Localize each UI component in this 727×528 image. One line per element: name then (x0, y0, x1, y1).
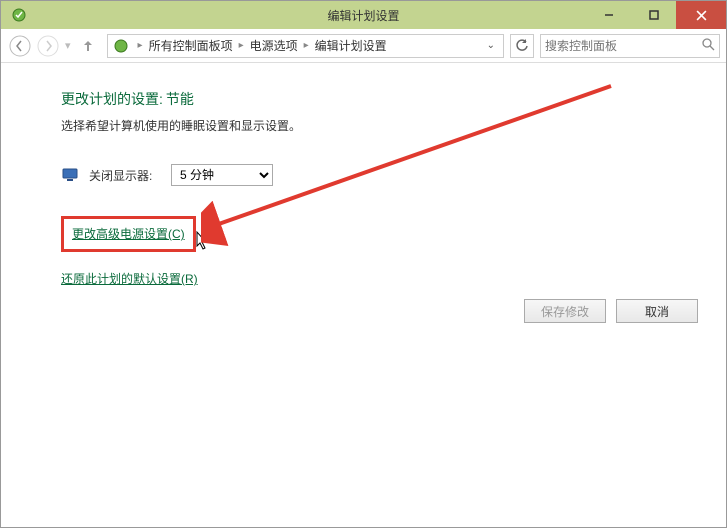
breadcrumb[interactable]: ▸ 所有控制面板项 ▸ 电源选项 ▸ 编辑计划设置 ⌄ (107, 34, 504, 58)
forward-button[interactable] (35, 33, 61, 59)
refresh-button[interactable] (510, 34, 534, 58)
chevron-right-icon: ▸ (138, 40, 143, 51)
window-controls (586, 1, 726, 29)
minimize-button[interactable] (586, 1, 631, 29)
restore-link-row: 还原此计划的默认设置(R) (61, 270, 666, 288)
chevron-right-icon: ▸ (304, 40, 309, 51)
search-icon[interactable] (702, 38, 715, 54)
breadcrumb-item-2[interactable]: 电源选项 (250, 37, 298, 54)
breadcrumb-dropdown-icon[interactable]: ⌄ (483, 40, 499, 51)
cancel-button[interactable]: 取消 (616, 299, 698, 323)
app-icon (9, 5, 29, 25)
up-button[interactable] (75, 33, 101, 59)
chevron-right-icon: ▸ (239, 40, 244, 51)
restore-default-settings-link[interactable]: 还原此计划的默认设置(R) (61, 270, 198, 287)
display-off-label: 关闭显示器: (89, 167, 161, 184)
content-area: 更改计划的设置:节能 选择希望计算机使用的睡眠设置和显示设置。 关闭显示器: 5… (1, 63, 726, 288)
advanced-link-row: 更改高级电源设置(C) (61, 216, 666, 252)
navbar: ▾ ▸ 所有控制面板项 ▸ 电源选项 ▸ 编辑计划设置 ⌄ (1, 29, 726, 63)
display-off-select[interactable]: 5 分钟 (171, 164, 273, 186)
display-off-row: 关闭显示器: 5 分钟 (61, 164, 666, 186)
page-heading: 更改计划的设置:节能 (61, 89, 666, 109)
save-button[interactable]: 保存修改 (524, 299, 606, 323)
breadcrumb-item-3[interactable]: 编辑计划设置 (315, 37, 387, 54)
button-row: 保存修改 取消 (524, 299, 698, 323)
search-input[interactable] (545, 39, 702, 53)
titlebar: 编辑计划设置 (1, 1, 726, 29)
search-box[interactable] (540, 34, 720, 58)
maximize-button[interactable] (631, 1, 676, 29)
monitor-icon (61, 166, 79, 184)
close-button[interactable] (676, 1, 726, 29)
history-dropdown-icon[interactable]: ▾ (65, 39, 71, 52)
heading-label: 更改计划的设置: (61, 91, 163, 107)
heading-plan-name: 节能 (166, 91, 194, 107)
page-subtitle: 选择希望计算机使用的睡眠设置和显示设置。 (61, 117, 666, 134)
advanced-power-settings-link[interactable]: 更改高级电源设置(C) (72, 225, 185, 242)
window-title: 编辑计划设置 (327, 7, 399, 24)
back-button[interactable] (7, 33, 33, 59)
annotation-highlight: 更改高级电源设置(C) (61, 216, 196, 252)
breadcrumb-item-1[interactable]: 所有控制面板项 (149, 37, 233, 54)
control-panel-icon (112, 37, 130, 55)
